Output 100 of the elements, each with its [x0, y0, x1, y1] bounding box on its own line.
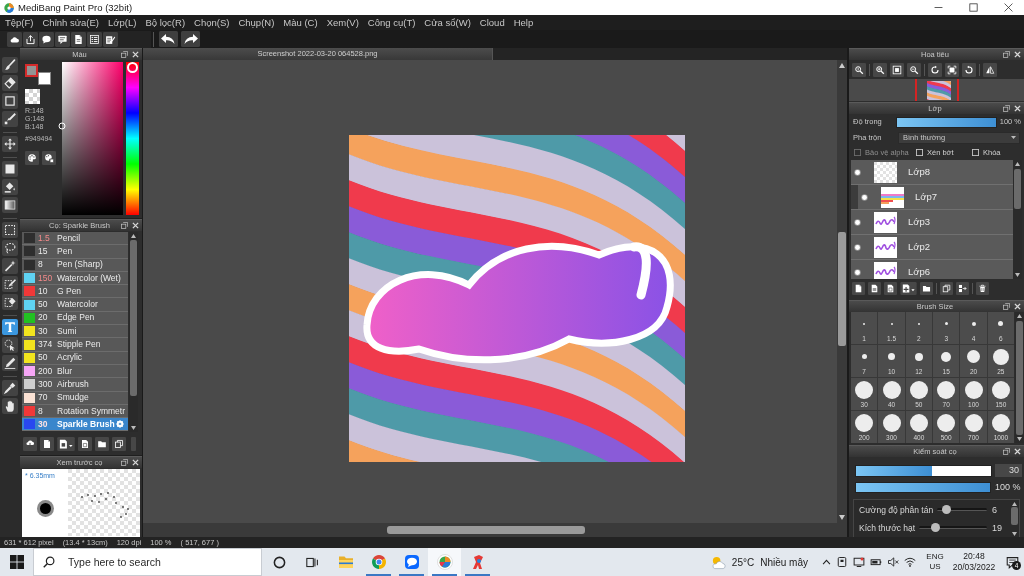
scroll-up-icon[interactable]: [1015, 162, 1020, 166]
scroll-down-icon[interactable]: [1015, 273, 1020, 277]
undock-icon[interactable]: [1003, 448, 1010, 455]
scroll-down-icon[interactable]: [1017, 437, 1022, 441]
browser-icon[interactable]: [370, 554, 387, 570]
visibility-icon[interactable]: [854, 243, 861, 251]
cloud-download-icon[interactable]: [23, 437, 37, 451]
scrollbar[interactable]: [1015, 312, 1024, 443]
undock-icon[interactable]: [121, 459, 128, 466]
magic-wand-tool-button[interactable]: [2, 258, 18, 274]
clock-time[interactable]: 20:48: [963, 551, 985, 562]
redo-icon[interactable]: [181, 31, 200, 47]
notification-icon[interactable]: [1005, 555, 1019, 569]
brush-list-item[interactable]: 374 Stipple Pen: [22, 338, 128, 352]
move-tool-button[interactable]: [2, 136, 18, 152]
visibility-icon[interactable]: [854, 218, 861, 226]
color-wheel-icon[interactable]: [436, 554, 453, 570]
menu-item[interactable]: Lớp(L): [108, 16, 137, 29]
menu-item[interactable]: Xem(V): [326, 16, 359, 29]
brush-list-item[interactable]: 1.5 Pencil: [22, 232, 128, 246]
undock-icon[interactable]: [121, 222, 128, 229]
task-view-icon[interactable]: [306, 555, 319, 569]
scrollbar-thumb[interactable]: [1011, 506, 1018, 525]
slider-thumb[interactable]: [942, 505, 951, 514]
trash-icon[interactable]: [976, 282, 989, 295]
scrollbar[interactable]: [129, 232, 138, 432]
scroll-up-icon[interactable]: [131, 234, 136, 238]
menu-item[interactable]: Công cụ(T): [367, 16, 416, 29]
menu-item[interactable]: Cloud: [479, 16, 505, 29]
menu-item[interactable]: Chỉnh sửa(E): [42, 16, 100, 29]
zoom-in-icon[interactable]: [873, 62, 887, 77]
folder-icon[interactable]: [95, 437, 109, 451]
input-language[interactable]: ENG: [926, 552, 944, 562]
brush-list-item[interactable]: 300 Airbrush: [22, 378, 128, 392]
undo-icon[interactable]: [159, 31, 178, 47]
scroll-down-icon[interactable]: [131, 426, 136, 430]
undock-icon[interactable]: [1003, 51, 1010, 58]
palette-icon[interactable]: [25, 151, 39, 165]
brush-tool-button[interactable]: [2, 57, 18, 73]
pen-tool-button[interactable]: [2, 355, 18, 371]
dot-tool-button[interactable]: [2, 111, 18, 127]
menu-item[interactable]: Cửa sổ(W): [424, 16, 471, 29]
document-icon[interactable]: [78, 437, 92, 451]
display-icon[interactable]: [853, 556, 865, 568]
chat-icon[interactable]: [403, 554, 420, 570]
scrollbar-thumb[interactable]: [387, 526, 585, 534]
shaded-document-icon[interactable]: [868, 282, 881, 295]
background-color-swatch[interactable]: [38, 72, 51, 85]
operation-tool-button[interactable]: [2, 337, 18, 353]
menu-item[interactable]: Màu (C): [283, 16, 318, 29]
merge-icon[interactable]: [956, 282, 969, 295]
eyedropper-tool-button[interactable]: [2, 380, 18, 396]
fit-icon[interactable]: [890, 62, 904, 77]
horizontal-scrollbar[interactable]: [143, 523, 847, 537]
fit-screen-icon[interactable]: [945, 62, 959, 77]
zoom-out-icon[interactable]: [907, 62, 921, 77]
maximize-icon[interactable]: [969, 3, 978, 12]
close-icon[interactable]: [1004, 3, 1013, 12]
brush-list-item[interactable]: 15 Pen: [22, 245, 128, 259]
slider-thumb[interactable]: [127, 61, 138, 73]
layer-item[interactable]: Lớp3: [851, 210, 1013, 235]
brush-list-item[interactable]: 30 Sumi: [22, 325, 128, 339]
menu-item[interactable]: Chọn(S): [194, 16, 230, 29]
caret-icon[interactable]: [1011, 136, 1016, 139]
list-icon[interactable]: [87, 31, 102, 47]
opacity-slider[interactable]: [896, 116, 997, 128]
document-icon[interactable]: [71, 31, 86, 47]
menu-item[interactable]: Chụp(N): [238, 16, 275, 29]
undock-icon[interactable]: [1003, 105, 1010, 112]
vertical-scrollbar[interactable]: [837, 60, 847, 523]
visibility-icon[interactable]: [861, 193, 868, 201]
brush-list-item[interactable]: 30 Sparkle Brush: [22, 418, 128, 432]
taskbar-app-button[interactable]: [428, 548, 461, 576]
battery-icon[interactable]: [870, 556, 882, 568]
scrollbar-thumb[interactable]: [838, 232, 846, 346]
scroll-up-icon[interactable]: [1017, 314, 1022, 318]
hue-slider[interactable]: [126, 62, 139, 215]
duplicate-icon[interactable]: [112, 437, 126, 451]
opacity-slider[interactable]: [855, 482, 991, 494]
framed-document-icon[interactable]: [884, 282, 897, 295]
visibility-icon[interactable]: [854, 168, 861, 176]
visibility-icon[interactable]: [854, 268, 861, 276]
brush-list-item[interactable]: 50 Watercolor: [22, 298, 128, 312]
layer-item[interactable]: Lớp8: [851, 160, 1013, 185]
scrollbar-thumb[interactable]: [1016, 321, 1023, 435]
weather-text[interactable]: Nhiều mây: [760, 554, 808, 570]
rotate-left-icon[interactable]: [928, 62, 942, 77]
scrollbar-thumb[interactable]: [130, 240, 137, 396]
copy-dropdown-icon[interactable]: [57, 437, 75, 451]
slider-thumb[interactable]: [930, 523, 940, 532]
fill-tool-button[interactable]: [2, 161, 18, 177]
layer-item[interactable]: Lớp7: [851, 185, 1013, 210]
duplicate-icon[interactable]: [940, 282, 953, 295]
cloud-icon[interactable]: [7, 31, 22, 47]
hand-tool-button[interactable]: [2, 398, 18, 414]
document-icon[interactable]: [852, 282, 865, 295]
speech-bubble-icon[interactable]: [39, 31, 54, 47]
eraser-tool-button[interactable]: [2, 75, 18, 91]
selection-tool-button[interactable]: [2, 222, 18, 238]
volume-muted-icon[interactable]: [887, 556, 899, 568]
